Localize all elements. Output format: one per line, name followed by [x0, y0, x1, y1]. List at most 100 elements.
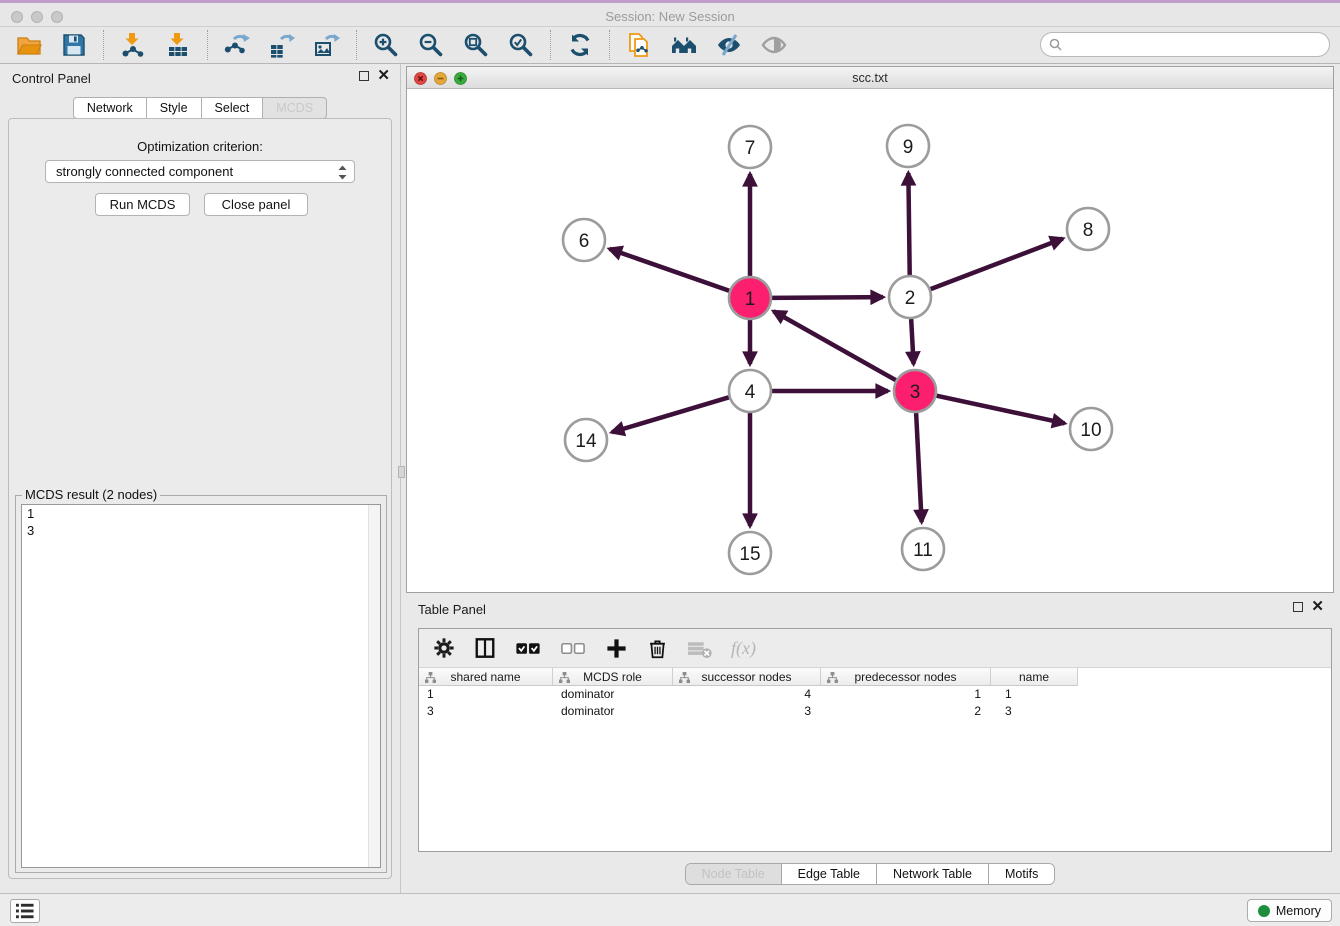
zoom-out-icon[interactable]: [417, 31, 445, 59]
export-network-icon[interactable]: [223, 31, 251, 59]
list-icon: [15, 902, 35, 920]
mcds-result-scrollbar[interactable]: [368, 505, 380, 867]
graph-node-label-8: 8: [1083, 220, 1094, 241]
table-cell[interactable]: 3: [673, 703, 821, 720]
mcds-result-item[interactable]: 3: [22, 522, 380, 539]
tab-select[interactable]: Select: [201, 97, 264, 119]
zoom-in-icon[interactable]: [372, 31, 400, 59]
float-panel-icon[interactable]: [359, 71, 369, 81]
graph-node-label-15: 15: [739, 544, 760, 565]
graph-node-label-2: 2: [905, 288, 916, 309]
table-cell[interactable]: 2: [821, 703, 991, 720]
titlebar: Session: New Session: [0, 0, 1340, 27]
mcds-result-list[interactable]: 13: [21, 504, 381, 868]
delete-table-icon: [687, 635, 712, 661]
graph-edge-2-9[interactable]: [908, 173, 909, 275]
tab-style[interactable]: Style: [146, 97, 202, 119]
graph-edge-3-11[interactable]: [916, 413, 922, 522]
home-icon[interactable]: [670, 31, 698, 59]
graph-edge-3-1[interactable]: [774, 311, 896, 380]
import-table-icon[interactable]: [164, 31, 192, 59]
deselect-all-icon[interactable]: [560, 635, 586, 661]
graph-edge-1-6[interactable]: [609, 249, 729, 291]
export-table-icon[interactable]: [268, 31, 296, 59]
tab-network-table[interactable]: Network Table: [876, 864, 988, 884]
table-panel-header: Table Panel ✕: [406, 595, 1334, 621]
table-panel-title: Table Panel: [418, 602, 486, 617]
control-panel-tabs: NetworkStyleSelectMCDS: [0, 97, 400, 119]
control-panel: Control Panel ✕ NetworkStyleSelectMCDS O…: [0, 64, 401, 893]
select-stepper-icon: [336, 164, 349, 181]
zoom-fit-icon[interactable]: [462, 31, 490, 59]
graph-edge-4-14[interactable]: [612, 397, 729, 432]
table-cell[interactable]: 4: [673, 686, 821, 703]
table-cell[interactable]: 1: [991, 686, 1078, 703]
tab-mcds[interactable]: MCDS: [262, 97, 327, 119]
window-title: Session: New Session: [0, 9, 1340, 24]
close-table-panel-icon[interactable]: ✕: [1311, 601, 1324, 613]
column-header-successor-nodes[interactable]: successor nodes: [673, 668, 821, 686]
table-cell[interactable]: 3: [991, 703, 1078, 720]
table-row[interactable]: 3dominator323: [419, 703, 1331, 720]
tab-network[interactable]: Network: [73, 97, 147, 119]
refresh-layout-icon[interactable]: [566, 31, 594, 59]
network-view-window: scc.txt 7961284314101511: [406, 66, 1334, 593]
memory-label: Memory: [1276, 904, 1321, 918]
status-bar: Memory: [0, 893, 1340, 926]
graph-edge-3-10[interactable]: [937, 396, 1065, 424]
table-cell[interactable]: 3: [419, 703, 553, 720]
add-row-icon[interactable]: [605, 635, 628, 661]
open-session-icon[interactable]: [15, 31, 43, 59]
select-all-icon[interactable]: [515, 635, 541, 661]
export-image-icon[interactable]: [313, 31, 341, 59]
clone-network-icon[interactable]: [625, 31, 653, 59]
column-header-MCDS-role[interactable]: MCDS role: [553, 668, 673, 686]
optimization-criterion-select[interactable]: strongly connected component: [45, 160, 355, 183]
table-cell[interactable]: 1: [419, 686, 553, 703]
columns-icon[interactable]: [474, 635, 496, 661]
float-table-panel-icon[interactable]: [1293, 602, 1303, 612]
close-panel-icon[interactable]: ✕: [377, 70, 390, 82]
memory-status-icon: [1258, 905, 1270, 917]
zoom-selected-icon[interactable]: [507, 31, 535, 59]
graph-edge-2-8[interactable]: [931, 239, 1063, 290]
network-canvas[interactable]: 7961284314101511: [407, 89, 1333, 592]
column-header-name[interactable]: name: [991, 668, 1078, 686]
run-mcds-button[interactable]: Run MCDS: [95, 193, 190, 216]
vertical-splitter-handle[interactable]: [398, 466, 405, 478]
table-panel: Table Panel ✕ f(x) shared nameMCDS roles…: [406, 595, 1334, 893]
mcds-result-title: MCDS result (2 nodes): [22, 487, 160, 502]
column-header-shared-name[interactable]: shared name: [419, 668, 553, 686]
table-cell[interactable]: dominator: [553, 686, 673, 703]
table-cell[interactable]: 1: [821, 686, 991, 703]
task-history-button[interactable]: [10, 899, 40, 923]
network-graph: 7961284314101511: [407, 89, 1333, 592]
control-panel-title: Control Panel: [12, 71, 91, 86]
tab-edge-table[interactable]: Edge Table: [781, 864, 876, 884]
hide-graphics-details-icon[interactable]: [715, 31, 743, 59]
import-network-icon[interactable]: [119, 31, 147, 59]
search-icon: [1049, 38, 1062, 51]
table-row[interactable]: 1dominator411: [419, 686, 1331, 703]
network-window-titlebar[interactable]: scc.txt: [407, 67, 1333, 89]
graph-edge-2-3[interactable]: [911, 319, 913, 364]
tab-motifs[interactable]: Motifs: [988, 864, 1054, 884]
control-panel-header: Control Panel ✕: [0, 64, 400, 90]
column-header-predecessor-nodes[interactable]: predecessor nodes: [821, 668, 991, 686]
graph-node-label-14: 14: [575, 431, 597, 452]
save-session-icon[interactable]: [60, 31, 88, 59]
search-input[interactable]: [1040, 32, 1330, 57]
graph-node-label-11: 11: [913, 540, 933, 561]
graph-node-label-4: 4: [745, 382, 756, 403]
graph-edge-1-2[interactable]: [772, 297, 883, 298]
close-panel-button[interactable]: Close panel: [204, 193, 308, 216]
tab-node-table[interactable]: Node Table: [686, 864, 781, 884]
table-cell[interactable]: dominator: [553, 703, 673, 720]
graph-node-label-10: 10: [1080, 420, 1101, 441]
delete-row-icon[interactable]: [647, 635, 668, 661]
mcds-result-item[interactable]: 1: [22, 505, 380, 522]
memory-button[interactable]: Memory: [1247, 899, 1332, 922]
settings-icon[interactable]: [433, 635, 455, 661]
graph-node-label-9: 9: [903, 137, 914, 158]
show-graphics-details-icon[interactable]: [760, 31, 788, 59]
